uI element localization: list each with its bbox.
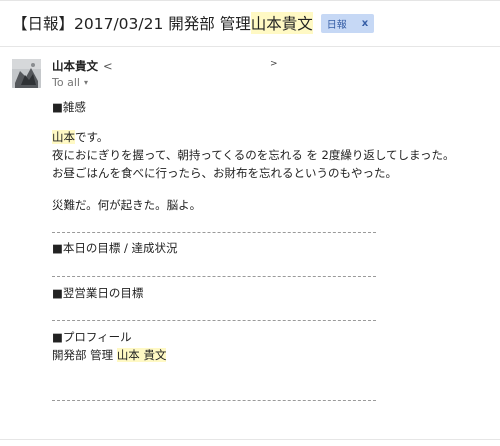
recipients[interactable]: To all ▾ xyxy=(52,76,88,89)
greeting-rest: です。 xyxy=(75,130,109,144)
separator-3 xyxy=(52,320,376,321)
sender-expand-icon[interactable]: > xyxy=(270,59,278,69)
greeting-name: 山本 xyxy=(52,130,75,144)
header-divider xyxy=(0,46,500,47)
label-text: 日報 xyxy=(326,19,347,31)
separator-4 xyxy=(52,400,376,401)
subject-name-highlight: 山本貴文 xyxy=(250,12,313,34)
label-badge[interactable]: 日報 x xyxy=(320,13,375,33)
profile-dept: 開発部 管理 xyxy=(52,348,117,362)
separator-1 xyxy=(52,232,376,233)
separator-2 xyxy=(52,276,376,277)
recipients-dropdown-icon[interactable]: ▾ xyxy=(84,78,88,87)
footer-divider xyxy=(0,439,500,440)
subject-text: 【日報】2017/03/21 開発部 管理 xyxy=(12,15,251,33)
avatar-image xyxy=(12,59,41,88)
body-line-3: 災難だ。何が起きた。脳よ。 xyxy=(52,198,202,212)
profile-name: 山本 貴文 xyxy=(116,348,167,362)
sender-name-text: 山本貴文 xyxy=(52,59,98,73)
recipients-text: To all xyxy=(52,76,80,89)
greeting-line: 山本です。 xyxy=(52,129,108,145)
section-goals-heading: ■本日の目標 / 達成状況 xyxy=(52,241,178,255)
top-border xyxy=(0,0,500,1)
remove-label-button[interactable]: x xyxy=(356,18,374,29)
email-subject: 【日報】2017/03/21 開発部 管理 山本貴文 日報 x xyxy=(12,10,375,36)
section-misc-heading: ■雑感 xyxy=(52,100,86,114)
section-profile-heading: ■プロフィール xyxy=(52,330,132,344)
profile-line: 開発部 管理 山本 貴文 xyxy=(52,347,167,363)
body-line-1: 夜におにぎりを握って、朝持ってくるのを忘れる を 2度繰り返してしまった。 xyxy=(52,148,455,162)
section-next-heading: ■翌営業日の目標 xyxy=(52,286,144,300)
sender-name[interactable]: 山本貴文 < xyxy=(52,58,113,74)
sender-email-open: < xyxy=(103,59,113,73)
sender-avatar[interactable] xyxy=(12,59,41,88)
body-line-2: お昼ごはんを食べに行ったら、お財布を忘れるというのもやった。 xyxy=(52,166,397,180)
